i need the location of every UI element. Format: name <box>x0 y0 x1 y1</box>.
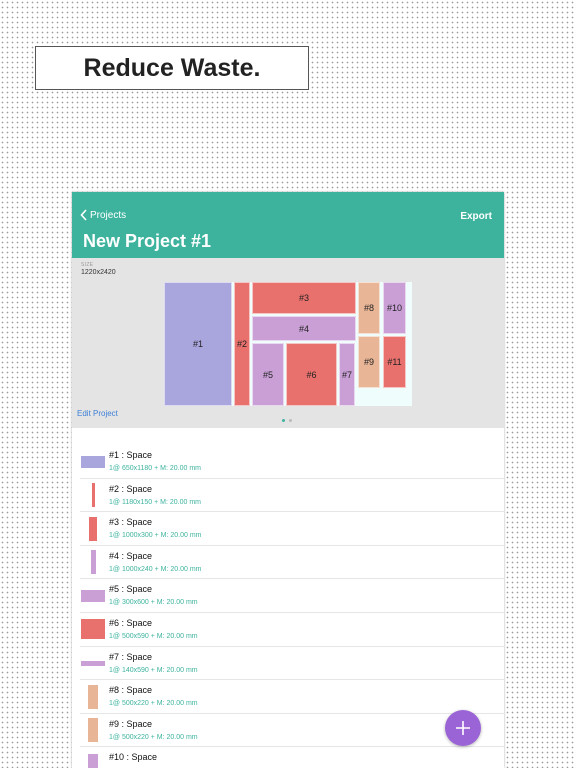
page-dot[interactable] <box>289 419 292 422</box>
pieces-list: #1 : Space 1@ 650x1180 + M: 20.00 mm #2 : … <box>72 445 504 768</box>
list-item-detail: 1@ 500x590 + M: 20.00 mm <box>109 632 198 640</box>
nav-bar: Projects Export New Project #1 <box>72 192 504 258</box>
board-piece[interactable]: #10 <box>383 282 406 334</box>
board-piece[interactable]: #6 <box>286 343 337 406</box>
headline-banner: Reduce Waste. <box>35 46 309 90</box>
list-item[interactable]: #8 : Space 1@ 500x220 + M: 20.00 mm <box>80 680 504 714</box>
list-item-detail: 1@ 300x600 + M: 20.00 mm <box>109 599 198 607</box>
piece-swatch-container <box>80 512 106 545</box>
board-piece[interactable]: #3 <box>252 282 356 314</box>
list-item-title: #4 : Space <box>109 550 153 561</box>
add-piece-button[interactable] <box>445 710 481 746</box>
edit-project-link[interactable]: Edit Project <box>77 409 118 418</box>
piece-swatch <box>88 718 98 743</box>
list-item-title: #7 : Space <box>109 651 153 662</box>
list-item-detail: 1@ 650x1180 + M: 20.00 mm <box>109 465 201 472</box>
board-piece[interactable]: #11 <box>383 336 406 388</box>
page-indicator[interactable] <box>282 419 292 422</box>
piece-swatch-container <box>80 579 106 612</box>
chevron-left-icon <box>80 209 87 221</box>
list-item-detail: 1@ 1000x240 + M: 20.00 mm <box>109 565 202 573</box>
piece-swatch <box>81 589 105 602</box>
piece-swatch <box>88 684 98 709</box>
board-piece[interactable]: #9 <box>358 336 380 388</box>
list-item-title: #5 : Space <box>109 584 153 595</box>
list-item-detail: 1@ 1000x300 + M: 20.00 mm <box>109 532 202 540</box>
board-piece[interactable]: #2 <box>234 282 250 406</box>
list-item[interactable]: #4 : Space 1@ 1000x240 + M: 20.00 mm <box>80 546 504 580</box>
piece-swatch <box>90 550 96 575</box>
app-window: Projects Export New Project #1 SIZE 1220… <box>72 192 504 768</box>
list-item-title: #10 : Space <box>109 752 158 763</box>
board-piece[interactable]: #4 <box>252 316 356 341</box>
list-item[interactable]: #9 : Space 1@ 500x220 + M: 20.00 mm <box>80 714 504 748</box>
list-item-title: #8 : Space <box>109 685 153 696</box>
piece-swatch <box>89 516 97 541</box>
piece-swatch-container <box>80 613 106 646</box>
cutting-board[interactable]: #1 #2 #3 #4 #5 #6 #7 #8 #9 #10 #11 <box>164 282 412 406</box>
list-item-detail: 1@ 500x220 + M: 20.00 mm <box>109 700 198 708</box>
board-piece[interactable]: #1 <box>164 282 232 406</box>
piece-swatch <box>91 483 95 508</box>
list-item-title: #9 : Space <box>109 718 153 729</box>
piece-swatch-container <box>80 445 106 478</box>
board-piece[interactable]: #7 <box>339 343 355 406</box>
list-item[interactable]: #7 : Space 1@ 140x590 + M: 20.00 mm <box>80 647 504 681</box>
export-button[interactable]: Export <box>460 211 492 222</box>
board-piece[interactable]: #5 <box>252 343 284 406</box>
piece-swatch-container <box>80 714 106 747</box>
list-item-detail: 1@ 1180x150 + M: 20.00 mm <box>109 498 201 506</box>
list-item-title: #6 : Space <box>109 617 153 628</box>
back-label: Projects <box>90 209 127 221</box>
list-item-title: #1 : Space <box>109 450 153 460</box>
page-dot[interactable] <box>282 419 285 422</box>
piece-swatch-container <box>80 479 106 512</box>
page-title: New Project #1 <box>83 231 212 251</box>
piece-swatch-container <box>80 647 106 680</box>
list-item[interactable]: #10 : Space <box>80 747 504 768</box>
piece-swatch <box>88 753 98 768</box>
board-piece[interactable]: #8 <box>358 282 380 334</box>
list-item[interactable]: #5 : Space 1@ 300x600 + M: 20.00 mm <box>80 579 504 613</box>
list-item-title: #3 : Space <box>109 517 153 528</box>
size-value: 1220x2420 <box>81 269 116 276</box>
headline-text: Reduce Waste. <box>83 53 261 82</box>
piece-swatch <box>81 455 105 468</box>
list-item[interactable]: #3 : Space 1@ 1000x300 + M: 20.00 mm <box>80 512 504 546</box>
piece-swatch-container <box>80 546 106 579</box>
list-item-title: #2 : Space <box>109 483 153 494</box>
list-item[interactable]: #1 : Space 1@ 650x1180 + M: 20.00 mm <box>80 445 504 479</box>
back-button[interactable]: Projects <box>80 209 126 221</box>
list-item-detail: 1@ 500x220 + M: 20.00 mm <box>109 733 198 741</box>
list-item-detail: 1@ 140x590 + M: 20.00 mm <box>109 666 198 674</box>
piece-swatch <box>81 619 105 640</box>
piece-swatch <box>81 660 105 666</box>
plus-icon <box>456 721 470 735</box>
list-item[interactable]: #6 : Space 1@ 500x590 + M: 20.00 mm <box>80 613 504 647</box>
size-caption: SIZE <box>81 262 94 268</box>
piece-swatch-container <box>80 680 106 713</box>
layout-preview: SIZE 1220x2420 #1 #2 #3 #4 #5 #6 #7 #8 #9 #10 #11 … <box>72 258 504 428</box>
piece-swatch-container <box>80 747 106 768</box>
list-item[interactable]: #2 : Space 1@ 1180x150 + M: 20.00 mm <box>80 479 504 513</box>
